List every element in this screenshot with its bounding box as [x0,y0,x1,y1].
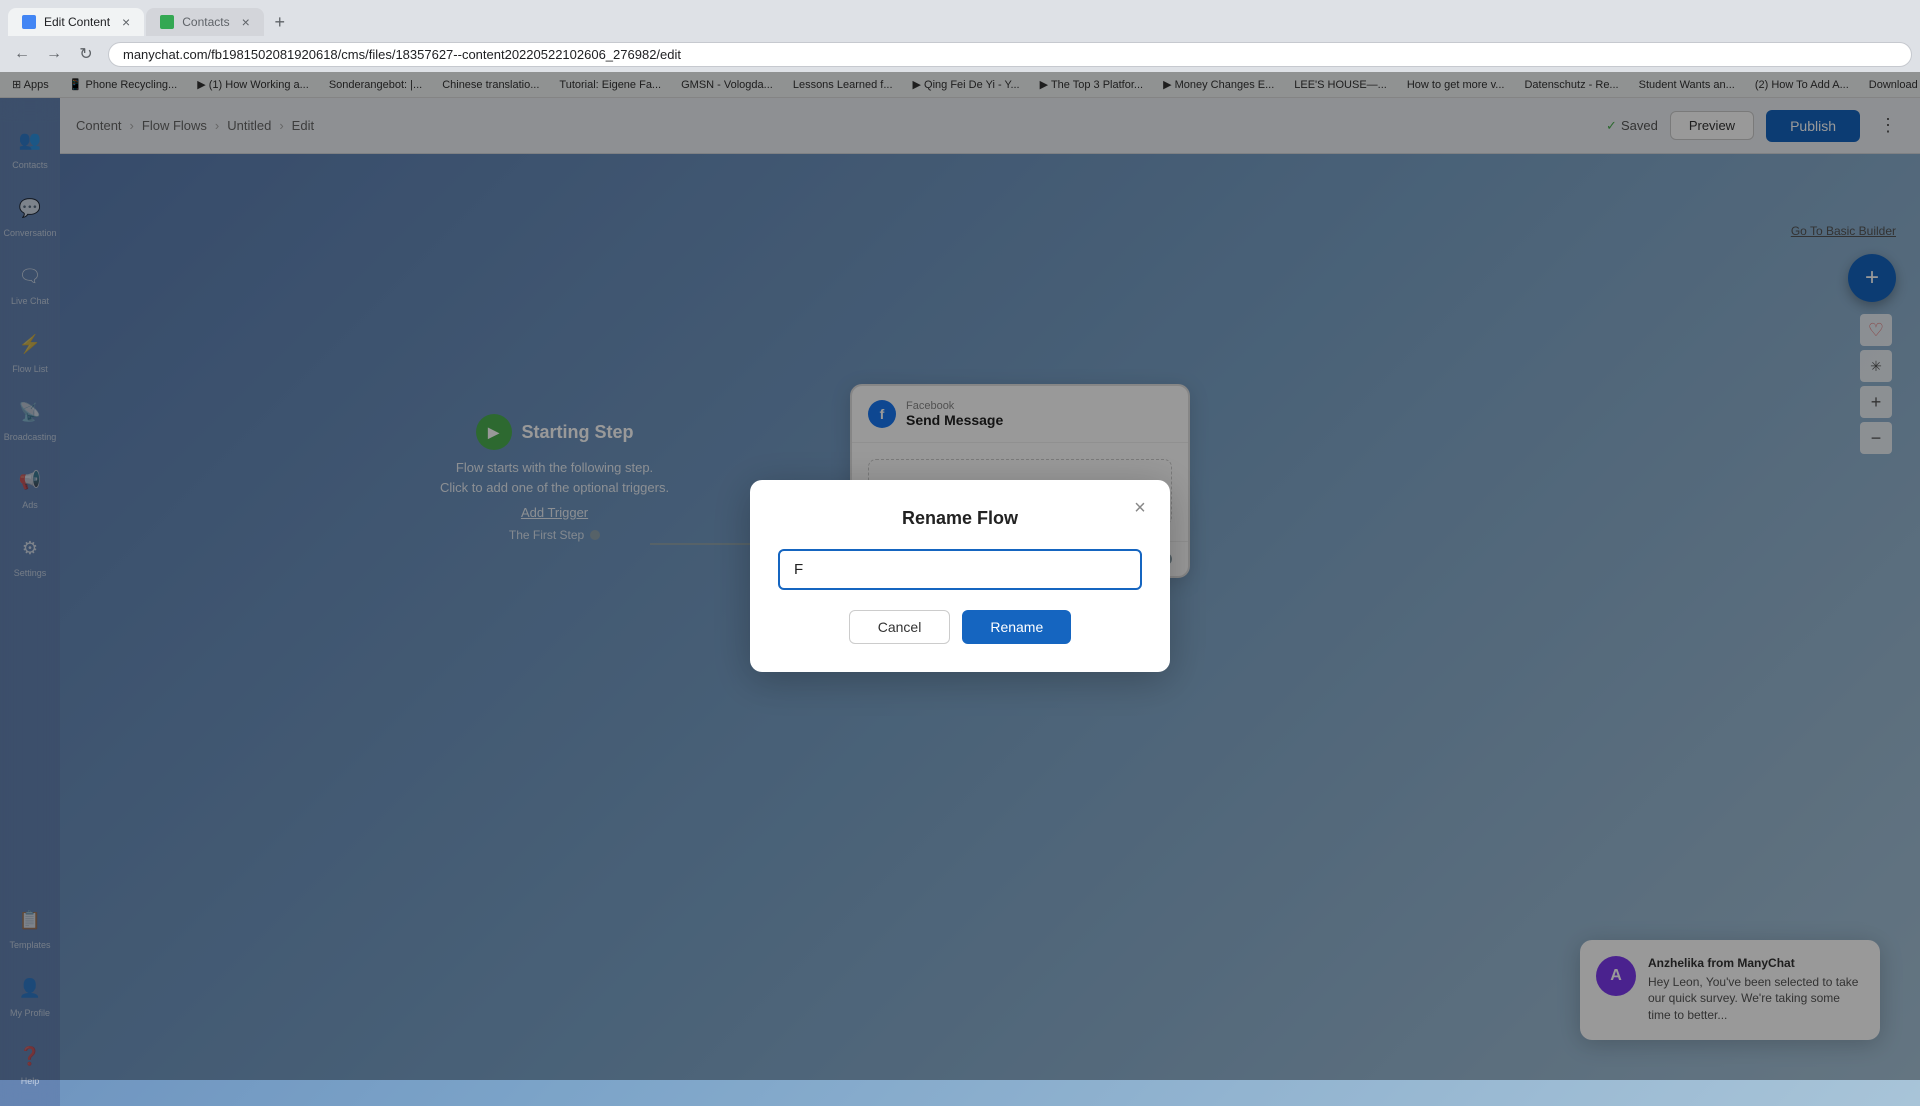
browser-chrome: Edit Content × Contacts × + ← → ↻ manych… [0,0,1920,72]
url-text: manychat.com/fb198150208192061​8/cms/fil… [123,47,681,62]
tab-edit-content[interactable]: Edit Content × [8,8,144,36]
tab-favicon-edit [22,15,36,29]
tab-close-contacts[interactable]: × [242,14,250,30]
tab-title-contacts: Contacts [182,15,229,29]
tab-close-edit[interactable]: × [122,14,130,30]
modal-overlay: Rename Flow × Cancel Rename [0,72,1920,1080]
new-tab-button[interactable]: + [266,8,294,36]
modal-actions: Cancel Rename [778,610,1142,644]
address-bar: ← → ↻ manychat.com/fb198150208192061​8/c… [0,36,1920,72]
tab-bar: Edit Content × Contacts × + [0,0,1920,36]
modal-title: Rename Flow [778,508,1142,529]
tab-title-edit: Edit Content [44,15,110,29]
back-button[interactable]: ← [8,40,36,68]
cancel-button[interactable]: Cancel [849,610,951,644]
rename-flow-input[interactable] [778,549,1142,590]
reload-button[interactable]: ↻ [72,40,100,68]
tab-contacts[interactable]: Contacts × [146,8,264,36]
modal-close-button[interactable]: × [1126,494,1154,522]
nav-buttons: ← → ↻ [8,40,100,68]
rename-flow-modal: Rename Flow × Cancel Rename [750,480,1170,672]
forward-button[interactable]: → [40,40,68,68]
rename-button[interactable]: Rename [962,610,1071,644]
tab-favicon-contacts [160,15,174,29]
url-bar[interactable]: manychat.com/fb198150208192061​8/cms/fil… [108,42,1912,67]
